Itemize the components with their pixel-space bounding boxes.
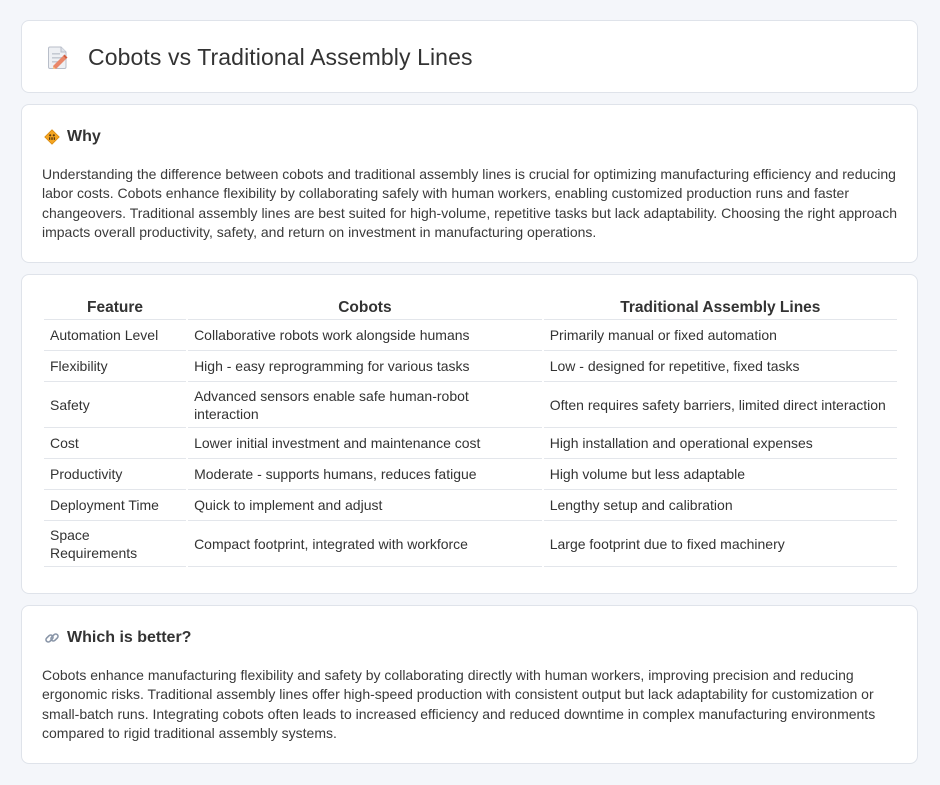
- traditional-cell: Low - designed for repetitive, fixed tas…: [543, 351, 897, 382]
- title-card: Cobots vs Traditional Assembly Lines: [21, 20, 918, 93]
- page-title: Cobots vs Traditional Assembly Lines: [88, 43, 473, 70]
- which-better-card: Which is better? Cobots enhance manufact…: [21, 605, 918, 764]
- better-paragraph: Cobots enhance manufacturing flexibility…: [42, 667, 876, 742]
- table-row: Automation Level Collaborative robots wo…: [44, 320, 897, 351]
- document-edit-icon: [44, 43, 70, 71]
- why-card: Why Understanding the difference between…: [21, 104, 918, 263]
- table-row: Safety Advanced sensors enable safe huma…: [44, 382, 897, 428]
- better-heading-label: Which is better?: [67, 629, 192, 646]
- header-cobots: Cobots: [188, 295, 542, 320]
- table-header-row: Feature Cobots Traditional Assembly Line…: [44, 295, 897, 320]
- traditional-cell: Large footprint due to fixed machinery: [543, 521, 897, 567]
- cobots-cell: Advanced sensors enable safe human-robot…: [188, 382, 542, 428]
- title-row: Cobots vs Traditional Assembly Lines: [44, 43, 473, 71]
- traditional-cell: High installation and operational expens…: [543, 428, 897, 459]
- feature-cell: Flexibility: [44, 351, 187, 382]
- comparison-table: Feature Cobots Traditional Assembly Line…: [42, 295, 899, 567]
- traditional-cell: High volume but less adaptable: [543, 459, 897, 490]
- why-paragraph: Understanding the difference between cob…: [42, 166, 897, 241]
- cobots-cell: Moderate - supports humans, reduces fati…: [188, 459, 542, 490]
- table-row: Flexibility High - easy reprogramming fo…: [44, 351, 897, 382]
- why-heading: Why: [44, 128, 101, 146]
- cobots-cell: Collaborative robots work alongside huma…: [188, 320, 542, 351]
- feature-cell: Deployment Time: [44, 490, 187, 521]
- link-icon: [44, 630, 60, 646]
- feature-cell: Space Requirements: [44, 521, 187, 567]
- why-heading-label: Why: [67, 128, 101, 145]
- cobots-cell: Compact footprint, integrated with workf…: [188, 521, 542, 567]
- header-feature: Feature: [44, 295, 187, 320]
- traditional-cell: Primarily manual or fixed automation: [543, 320, 897, 351]
- feature-cell: Cost: [44, 428, 187, 459]
- cobots-cell: High - easy reprogramming for various ta…: [188, 351, 542, 382]
- feature-cell: Safety: [44, 382, 187, 428]
- comparison-card: Feature Cobots Traditional Assembly Line…: [21, 274, 918, 594]
- table-row: Space Requirements Compact footprint, in…: [44, 521, 897, 567]
- traditional-cell: Lengthy setup and calibration: [543, 490, 897, 521]
- header-traditional: Traditional Assembly Lines: [543, 295, 897, 320]
- road-sign-icon: [44, 129, 60, 145]
- table-row: Deployment Time Quick to implement and a…: [44, 490, 897, 521]
- table-row: Productivity Moderate - supports humans,…: [44, 459, 897, 490]
- traditional-cell: Often requires safety barriers, limited …: [543, 382, 897, 428]
- feature-cell: Automation Level: [44, 320, 187, 351]
- table-row: Cost Lower initial investment and mainte…: [44, 428, 897, 459]
- feature-cell: Productivity: [44, 459, 187, 490]
- cobots-cell: Quick to implement and adjust: [188, 490, 542, 521]
- better-heading: Which is better?: [44, 629, 191, 647]
- cobots-cell: Lower initial investment and maintenance…: [188, 428, 542, 459]
